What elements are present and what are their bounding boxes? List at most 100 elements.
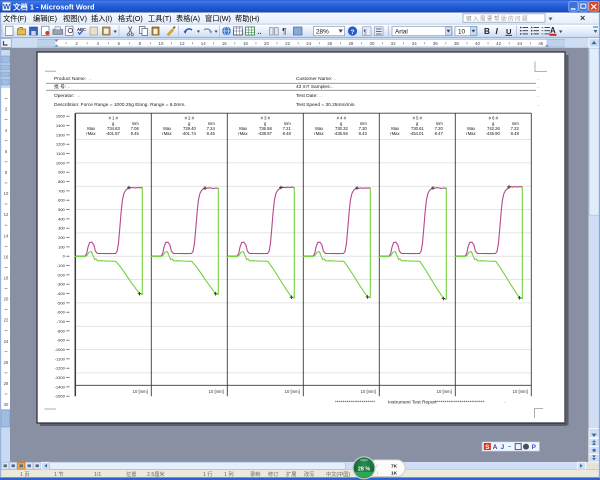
svg-text:W: W [3,2,11,11]
svg-text:?: ? [350,29,354,36]
svg-text:28%: 28% [316,29,329,36]
svg-text:10 [mm]: 10 [mm] [437,389,452,394]
svg-text:Max: Max [391,126,400,131]
svg-text:键入需要帮助的问题: 键入需要帮助的问题 [466,14,529,22]
svg-text:Operator:: Operator: [54,93,74,99]
svg-text:10: 10 [159,41,164,46]
svg-text:←: ← [503,399,507,404]
svg-text:-454.01: -454.01 [410,131,425,136]
svg-text:14: 14 [4,233,9,238]
svg-text:7.30: 7.30 [359,126,368,131]
svg-text:批 号:: 批 号: [54,83,66,90]
svg-text:改写: 改写 [304,470,314,478]
svg-text:1 列: 1 列 [224,470,234,478]
svg-text:rMax: rMax [314,131,324,136]
svg-text:2.5厘米: 2.5厘米 [147,470,165,478]
svg-text:←: ← [77,93,81,98]
svg-text:B: B [484,27,490,36]
svg-text:rMax: rMax [238,131,248,136]
svg-text:40: 40 [475,41,480,46]
svg-text:*********************: ********************* [335,399,375,404]
svg-text:10 [mm]: 10 [mm] [209,389,224,394]
svg-text:22: 22 [285,41,290,46]
svg-text:-100: -100 [57,263,66,268]
svg-text:7.22: 7.22 [511,126,520,131]
svg-text:42: 42 [496,41,501,46]
svg-text:500: 500 [58,207,65,212]
svg-text:12: 12 [4,212,9,217]
svg-text:-200: -200 [57,272,66,277]
svg-text:8.48: 8.48 [511,131,520,136]
svg-text:8.47: 8.47 [435,131,444,136]
svg-text:-1100: -1100 [55,356,66,361]
svg-text:-401.74: -401.74 [182,131,197,136]
svg-text:8.45: 8.45 [207,131,216,136]
svg-text:8.43: 8.43 [359,131,368,136]
svg-text:20: 20 [264,41,269,46]
svg-text:表格(A): 表格(A) [176,14,200,23]
svg-text:7.06: 7.06 [131,126,140,131]
svg-text:←: ← [334,76,338,81]
svg-text:↓: ↓ [376,470,379,476]
svg-text:扩展: 扩展 [286,470,296,478]
svg-text:16: 16 [222,41,227,46]
svg-text:A: A [493,444,498,451]
svg-text:10 [mm]: 10 [mm] [133,389,148,394]
svg-text:Product Name:: Product Name: [54,76,86,82]
svg-text:Instrument Test Report: Instrument Test Report [388,399,437,405]
svg-text:1 节: 1 节 [54,471,64,478]
svg-text:700: 700 [58,188,65,193]
svg-text:文档 1 - Microsoft Word: 文档 1 - Microsoft Word [13,2,95,11]
svg-text:8.45: 8.45 [131,131,140,136]
svg-text:←: ← [330,84,334,89]
svg-text:32: 32 [391,41,396,46]
svg-text:30: 30 [370,41,375,46]
svg-text:7K: 7K [391,464,398,470]
svg-text:Max: Max [239,126,248,131]
svg-text:38: 38 [454,41,459,46]
svg-text:800: 800 [58,179,65,184]
svg-text:窗口(W): 窗口(W) [205,14,231,23]
svg-text:-800: -800 [57,328,66,333]
svg-text:300: 300 [58,226,65,231]
svg-text:1100: 1100 [56,151,65,156]
svg-text:# 2 #: # 2 # [185,116,195,121]
svg-text:46: 46 [538,41,543,46]
svg-text:7.21: 7.21 [283,126,292,131]
svg-text:-401.87: -401.87 [106,131,121,136]
svg-text:1500: 1500 [56,114,66,119]
svg-text:←: ← [537,84,541,89]
svg-text:S: S [485,444,489,451]
svg-text:# 6 #: # 6 # [489,116,499,121]
svg-text:×: × [580,13,585,23]
svg-text:43 mT Samples:: 43 mT Samples: [296,84,331,90]
svg-text:视图(V): 视图(V) [63,14,87,23]
svg-text:Max: Max [87,126,96,131]
svg-text:10 [mm]: 10 [mm] [285,389,300,394]
svg-text:26: 26 [327,41,332,46]
svg-text:# 1 #: # 1 # [109,116,119,121]
svg-text:修订: 修订 [268,470,278,478]
svg-text:中文(中国): 中文(中国) [326,470,350,478]
svg-text:8.48: 8.48 [283,131,292,136]
svg-text:~: ~ [508,444,512,451]
svg-text:-436.56: -436.56 [334,131,349,136]
svg-text:1K: 1K [391,470,398,476]
svg-text:-438.97: -438.97 [258,131,273,136]
svg-text:44: 44 [517,41,522,46]
svg-text:10 [mm]: 10 [mm] [361,389,376,394]
svg-text:730.32: 730.32 [335,126,348,131]
svg-text:←: ← [537,93,541,98]
svg-text:26: 26 [4,360,9,365]
svg-text:rMax: rMax [86,131,96,136]
svg-text:7.24: 7.24 [207,126,216,131]
svg-text:-600: -600 [57,310,66,315]
svg-text:编辑(E): 编辑(E) [33,14,57,23]
svg-text:1300: 1300 [56,132,66,137]
svg-text:-1400: -1400 [55,384,66,389]
svg-text:Test Speed = 30.25mm/min: Test Speed = 30.25mm/min [296,102,355,108]
svg-text:Max: Max [467,126,476,131]
svg-text:400: 400 [58,216,65,221]
svg-text:-1000: -1000 [55,347,66,352]
svg-text:Customer Name:: Customer Name: [296,76,332,82]
